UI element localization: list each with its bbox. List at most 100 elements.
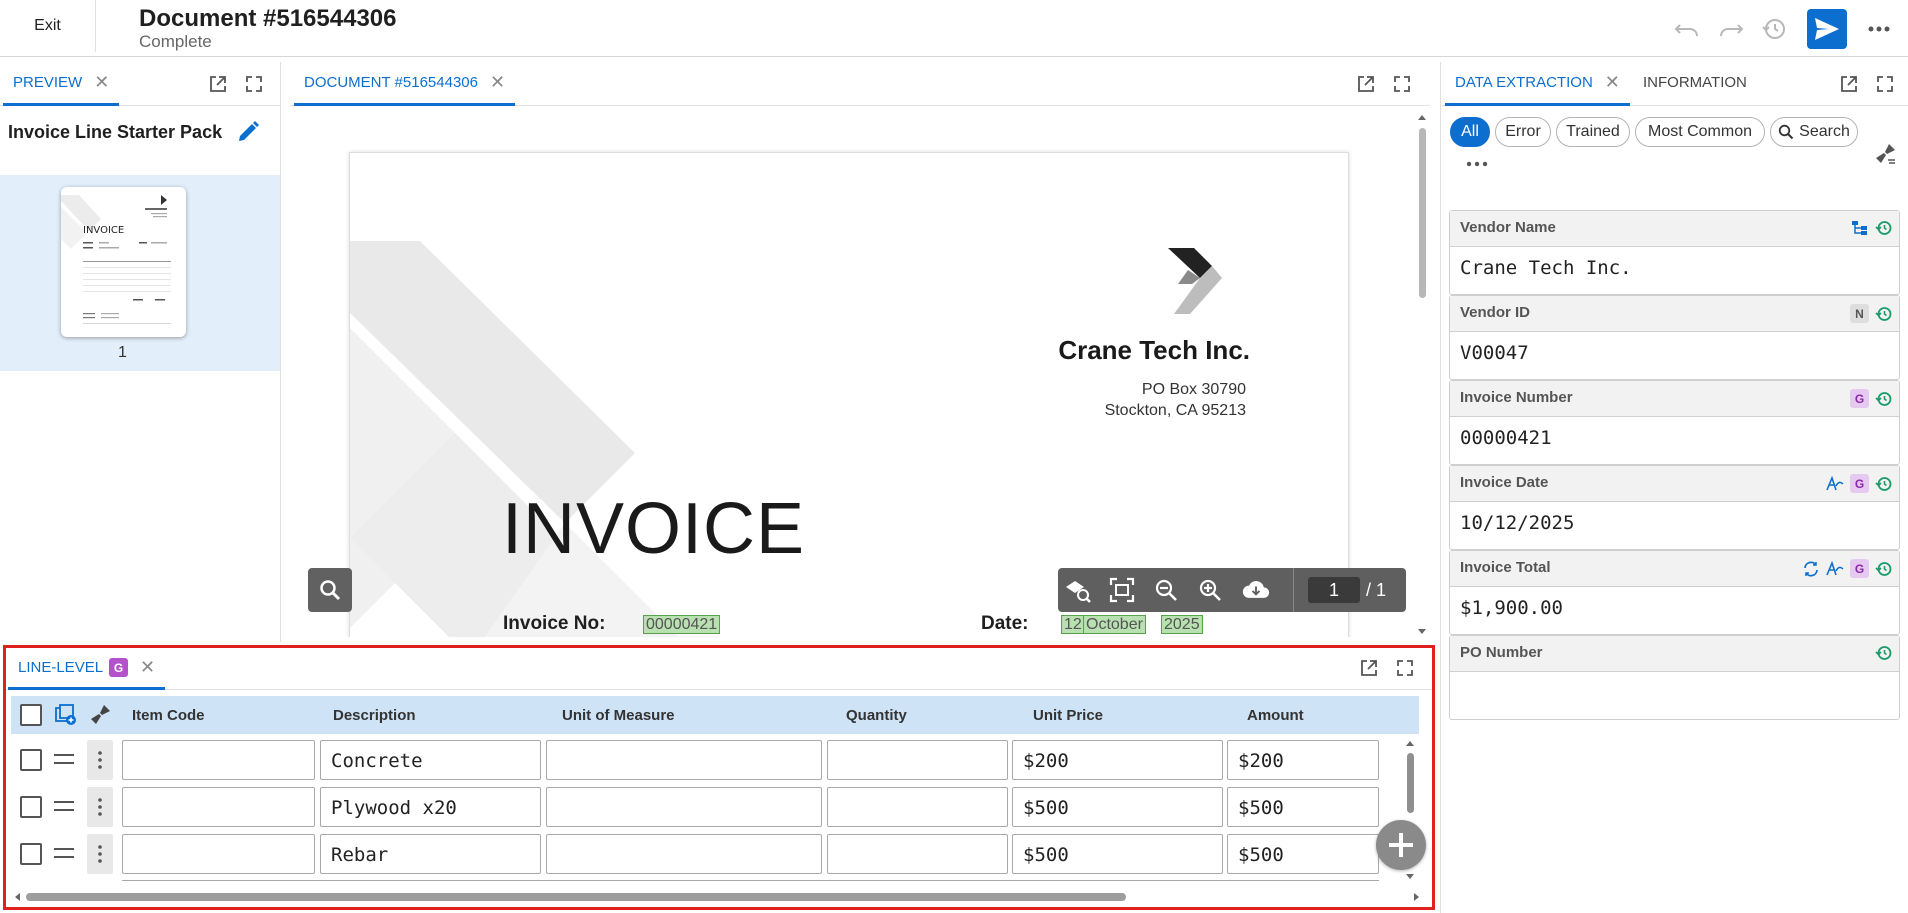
scrollbar-thumb[interactable] [26,893,1126,901]
download-cloud-icon[interactable] [1242,576,1270,604]
drag-handle-icon[interactable] [54,848,74,858]
cell-quantity[interactable] [827,787,1008,827]
field-invoice-date[interactable]: Invoice Date G 10/12/2025 [1449,465,1900,550]
row-menu-icon[interactable] [87,740,113,780]
table-row[interactable]: Rebar $500 $500 [11,830,1419,877]
column-header-unit-price[interactable]: Unit Price [1033,707,1103,724]
filter-search[interactable]: Search [1770,117,1858,147]
popout-icon[interactable] [1359,658,1381,680]
cell-unit-price[interactable]: $500 [1012,787,1223,827]
cell-item-code[interactable] [122,834,315,874]
column-header-unit-of-measure[interactable]: Unit of Measure [562,707,675,724]
history-icon[interactable] [1759,14,1789,44]
row-menu-icon[interactable] [87,787,113,827]
date-day-value[interactable]: 12 [1061,615,1085,634]
page-thumbnail-selected[interactable]: INVOICE 1 [0,175,280,371]
close-icon[interactable]: ✕ [94,72,109,93]
cell-description[interactable]: Rebar [320,834,541,874]
cell-amount[interactable]: $200 [1227,740,1379,780]
tab-data-extraction[interactable]: DATA EXTRACTION ✕ [1445,62,1630,106]
cell-quantity[interactable] [827,834,1008,874]
maximize-icon[interactable] [244,74,266,96]
row-menu-icon[interactable] [87,834,113,874]
cell-unit-of-measure[interactable] [546,740,822,780]
popout-icon[interactable] [1356,74,1378,96]
maximize-icon[interactable] [1392,74,1414,96]
field-invoice-total[interactable]: Invoice Total G $1,900.00 [1449,550,1900,635]
date-year-value[interactable]: 2025 [1161,615,1203,634]
format-icon[interactable] [1826,560,1844,577]
clear-brush-icon[interactable] [89,704,111,726]
scrollbar-thumb[interactable] [1419,128,1426,298]
tab-line-level[interactable]: LINE-LEVEL G ✕ [8,648,166,690]
invoice-no-value[interactable]: 00000421 [643,615,721,634]
filter-all[interactable]: All [1450,117,1490,147]
document-viewer[interactable]: Crane Tech Inc. PO Box 30790 Stockton, C… [290,107,1416,637]
filter-error[interactable]: Error [1495,117,1551,147]
filter-most-common[interactable]: Most Common [1635,117,1765,147]
reset-icon[interactable] [1875,219,1893,237]
reset-icon[interactable] [1875,644,1893,662]
format-icon[interactable] [1826,475,1844,492]
zoom-to-selection-icon[interactable] [1064,576,1092,604]
popout-icon[interactable] [208,74,230,96]
column-header-description[interactable]: Description [333,707,416,724]
exit-button[interactable]: Exit [0,0,96,52]
cell-unit-price[interactable]: $500 [1012,834,1223,874]
add-row-button[interactable] [1376,820,1426,870]
cell-unit-price[interactable]: $200 [1012,740,1223,780]
column-header-quantity[interactable]: Quantity [846,707,907,724]
page-number-input[interactable]: 1 [1308,577,1360,603]
tab-document[interactable]: DOCUMENT #516544306 ✕ [294,62,516,106]
row-checkbox[interactable] [20,749,42,771]
page-thumbnail[interactable]: INVOICE [61,187,186,337]
cell-item-code[interactable] [122,787,315,827]
cell-amount[interactable]: $500 [1227,834,1379,874]
more-options-icon[interactable] [1466,160,1488,168]
fit-page-icon[interactable] [1108,576,1136,604]
clear-brush-icon[interactable] [1873,142,1897,166]
close-icon[interactable]: ✕ [1605,72,1620,93]
close-icon[interactable]: ✕ [490,72,505,93]
add-row-copy-icon[interactable] [55,704,77,726]
redo-icon[interactable] [1716,14,1746,44]
more-menu-icon[interactable] [1864,14,1894,44]
column-header-item-code[interactable]: Item Code [132,707,205,724]
reset-icon[interactable] [1875,560,1893,578]
cell-item-code[interactable] [122,740,315,780]
recalculate-icon[interactable] [1802,560,1820,578]
zoom-in-icon[interactable] [1196,576,1224,604]
magnify-button[interactable] [308,568,352,612]
grid-horizontal-scrollbar[interactable] [12,891,1422,903]
table-row[interactable]: Concrete $200 $200 [11,736,1419,783]
field-vendor-name[interactable]: Vendor Name Crane Tech Inc. [1449,210,1900,295]
row-checkbox[interactable] [20,796,42,818]
table-row[interactable]: Plywood x20 $500 $500 [11,783,1419,830]
reset-icon[interactable] [1875,475,1893,493]
close-icon[interactable]: ✕ [140,657,155,678]
tab-preview[interactable]: PREVIEW ✕ [3,62,120,106]
select-all-checkbox[interactable] [20,704,42,726]
scrollbar-thumb[interactable] [1407,753,1414,813]
maximize-icon[interactable] [1395,658,1417,680]
reset-icon[interactable] [1875,390,1893,408]
cell-unit-of-measure[interactable] [546,834,822,874]
row-checkbox[interactable] [20,843,42,865]
cell-unit-of-measure[interactable] [546,787,822,827]
field-invoice-number[interactable]: Invoice Number G 00000421 [1449,380,1900,465]
reset-icon[interactable] [1875,305,1893,323]
tab-information[interactable]: INFORMATION [1633,62,1757,106]
document-scrollbar[interactable] [1417,112,1427,637]
cell-description[interactable]: Plywood x20 [320,787,541,827]
field-po-number[interactable]: PO Number [1449,635,1900,720]
zoom-out-icon[interactable] [1152,576,1180,604]
cell-quantity[interactable] [827,740,1008,780]
filter-trained[interactable]: Trained [1556,117,1630,147]
drag-handle-icon[interactable] [54,801,74,811]
send-button[interactable] [1807,9,1847,49]
popout-icon[interactable] [1839,74,1861,96]
undo-icon[interactable] [1672,14,1702,44]
field-vendor-id[interactable]: Vendor ID N V00047 [1449,295,1900,380]
edit-pencil-icon[interactable] [235,119,261,145]
cell-amount[interactable]: $500 [1227,787,1379,827]
